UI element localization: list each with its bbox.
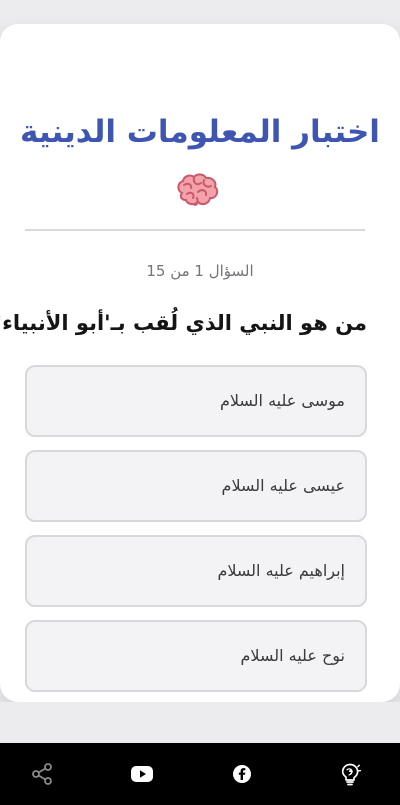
idea-bulb-icon xyxy=(341,763,362,786)
quiz-title: اختبار المعلومات الدينية xyxy=(20,114,380,150)
quiz-card: اختبار المعلومات الدينية السؤال 1 من 15 … xyxy=(0,24,400,702)
share-button[interactable] xyxy=(28,760,56,788)
question-text: من هو النبي الذي لُقب بـ'أبو الأنبياء'؟ xyxy=(0,311,367,335)
content-bottom-space xyxy=(0,702,400,743)
answer-option-musa[interactable]: موسى عليه السلام xyxy=(25,365,367,437)
title-divider xyxy=(25,229,365,231)
answer-option-ibrahim[interactable]: إبراهيم عليه السلام xyxy=(25,535,367,607)
answer-option-nuh[interactable]: نوح عليه السلام xyxy=(25,620,367,692)
share-icon xyxy=(32,763,52,785)
quiz-screen: اختبار المعلومات الدينية السؤال 1 من 15 … xyxy=(0,0,400,805)
youtube-icon xyxy=(131,766,153,782)
youtube-button[interactable] xyxy=(128,760,156,788)
question-counter: السؤال 1 من 15 xyxy=(146,262,254,280)
facebook-icon xyxy=(233,765,251,783)
facebook-button[interactable] xyxy=(228,760,256,788)
answer-options: موسى عليه السلام عيسى عليه السلام إبراهي… xyxy=(25,365,367,705)
brain-emoji-icon xyxy=(177,173,219,206)
bottom-navigation xyxy=(0,743,400,805)
answer-option-isa[interactable]: عيسى عليه السلام xyxy=(25,450,367,522)
idea-button[interactable] xyxy=(336,760,364,788)
